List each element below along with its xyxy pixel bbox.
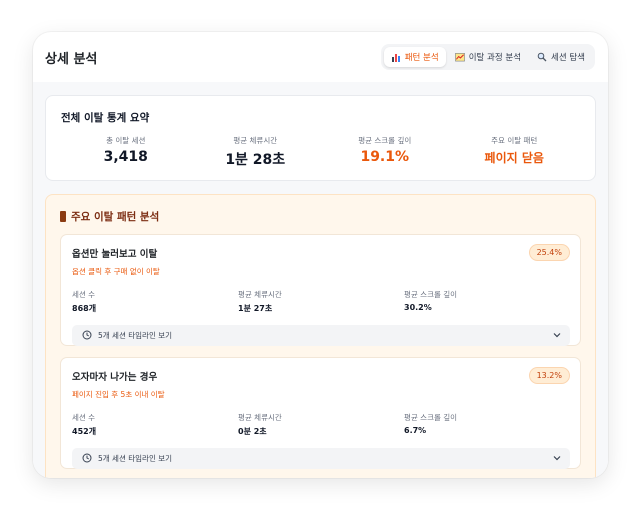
tab-label: 패턴 분석 bbox=[404, 53, 439, 63]
summary-stats: 총 이탈 세션 3,418 평균 체류시간 1분 28초 평균 스크롤 깊이 1… bbox=[61, 135, 579, 169]
header: 상세 분석 패턴 분석 이탈 과정 분석 세션 탐색 bbox=[33, 32, 608, 82]
bar-chart-icon bbox=[391, 52, 401, 62]
summary-card: 전체 이탈 통계 요약 총 이탈 세션 3,418 평균 체류시간 1분 28초… bbox=[45, 95, 596, 181]
line-chart-icon bbox=[454, 52, 465, 62]
timeline-toggle-button[interactable]: 5개 세션 타임라인 보기 bbox=[72, 325, 570, 346]
chevron-down-icon bbox=[553, 454, 561, 463]
pattern-stat-dwell: 평균 체류시간 1분 27초 bbox=[238, 289, 404, 314]
book-icon bbox=[60, 211, 66, 222]
clock-icon bbox=[82, 330, 92, 342]
timeline-label: 5개 세션 타임라인 보기 bbox=[98, 331, 173, 340]
pattern-stat-label: 평균 체류시간 bbox=[238, 290, 282, 299]
pattern-stat-value: 868개 bbox=[72, 304, 97, 313]
pattern-stat-value: 6.7% bbox=[404, 426, 427, 435]
search-icon bbox=[537, 52, 547, 62]
pattern-subtitle: 옵션 클릭 후 구매 없이 이탈 bbox=[72, 267, 160, 276]
pattern-stat-value: 0분 2초 bbox=[238, 427, 267, 436]
tab-label: 이탈 과정 분석 bbox=[468, 53, 522, 63]
timeline-toggle-left: 5개 세션 타임라인 보기 bbox=[82, 453, 172, 465]
pattern-card: 옵션만 눌러보고 이탈 25.4% 옵션 클릭 후 구매 없이 이탈 세션 수 … bbox=[60, 234, 581, 346]
stat-main-exit-pattern: 주요 이탈 패턴 페이지 닫음 bbox=[450, 135, 580, 169]
pattern-stat-scroll: 평균 스크롤 깊이 30.2% bbox=[404, 289, 570, 314]
pattern-stat-sessions: 세션 수 868개 bbox=[72, 289, 238, 314]
tab-session-explore[interactable]: 세션 탐색 bbox=[530, 47, 592, 67]
view-tabs: 패턴 분석 이탈 과정 분석 세션 탐색 bbox=[380, 44, 595, 70]
pattern-stat-scroll: 평균 스크롤 깊이 6.7% bbox=[404, 412, 570, 437]
pattern-subtitle: 페이지 진입 후 5초 이내 이탈 bbox=[72, 390, 165, 399]
stat-label: 평균 체류시간 bbox=[233, 136, 278, 145]
stat-label: 평균 스크롤 깊이 bbox=[358, 136, 412, 145]
stat-value: 19.1% bbox=[360, 149, 410, 165]
percent-badge: 13.2% bbox=[528, 367, 570, 384]
clock-icon bbox=[82, 453, 92, 465]
patterns-section-title: 주요 이탈 패턴 분석 bbox=[60, 209, 581, 224]
timeline-label: 5개 세션 타임라인 보기 bbox=[98, 454, 173, 463]
app-window: 상세 분석 패턴 분석 이탈 과정 분석 세션 탐색 전체 이탈 통계 요약 총… bbox=[33, 32, 608, 478]
stat-value: 페이지 닫음 bbox=[484, 151, 544, 165]
exit-patterns-section: 주요 이탈 패턴 분석 옵션만 눌러보고 이탈 25.4% 옵션 클릭 후 구매… bbox=[45, 194, 596, 478]
pattern-stat-value: 452개 bbox=[72, 427, 97, 436]
pattern-stat-value: 1분 27초 bbox=[238, 304, 273, 313]
pattern-header: 오자마자 나가는 경우 13.2% bbox=[72, 367, 570, 384]
timeline-toggle-left: 5개 세션 타임라인 보기 bbox=[82, 330, 172, 342]
pattern-stats: 세션 수 868개 평균 체류시간 1분 27초 평균 스크롤 깊이 30.2% bbox=[72, 289, 570, 314]
timeline-toggle-button[interactable]: 5개 세션 타임라인 보기 bbox=[72, 448, 570, 469]
pattern-card: 오자마자 나가는 경우 13.2% 페이지 진입 후 5초 이내 이탈 세션 수… bbox=[60, 357, 581, 469]
pattern-stat-sessions: 세션 수 452개 bbox=[72, 412, 238, 437]
stat-label: 주요 이탈 패턴 bbox=[491, 136, 538, 145]
page-title: 상세 분석 bbox=[45, 51, 98, 67]
pattern-stat-label: 평균 스크롤 깊이 bbox=[404, 290, 458, 299]
pattern-stat-label: 평균 스크롤 깊이 bbox=[404, 413, 458, 422]
stat-value: 3,418 bbox=[103, 149, 148, 165]
stat-value: 1분 28초 bbox=[225, 152, 286, 168]
pattern-stat-dwell: 평균 체류시간 0분 2초 bbox=[238, 412, 404, 437]
main-content: 전체 이탈 통계 요약 총 이탈 세션 3,418 평균 체류시간 1분 28초… bbox=[33, 82, 608, 478]
pattern-stat-label: 평균 체류시간 bbox=[238, 413, 282, 422]
pattern-header: 옵션만 눌러보고 이탈 25.4% bbox=[72, 244, 570, 261]
pattern-stat-label: 세션 수 bbox=[72, 290, 96, 299]
pattern-stat-label: 세션 수 bbox=[72, 413, 96, 422]
stat-avg-dwell-time: 평균 체류시간 1분 28초 bbox=[191, 135, 321, 169]
stat-label: 총 이탈 세션 bbox=[106, 136, 146, 145]
stat-avg-scroll-depth: 평균 스크롤 깊이 19.1% bbox=[320, 135, 450, 169]
tab-pattern-analysis[interactable]: 패턴 분석 bbox=[383, 47, 446, 67]
pattern-title: 옵션만 눌러보고 이탈 bbox=[72, 248, 158, 260]
tab-label: 세션 탐색 bbox=[551, 53, 585, 63]
percent-badge: 25.4% bbox=[528, 244, 570, 261]
summary-title: 전체 이탈 통계 요약 bbox=[61, 112, 150, 124]
stat-total-exit-sessions: 총 이탈 세션 3,418 bbox=[61, 135, 191, 169]
pattern-stats: 세션 수 452개 평균 체류시간 0분 2초 평균 스크롤 깊이 6.7% bbox=[72, 412, 570, 437]
tab-exit-process-analysis[interactable]: 이탈 과정 분석 bbox=[448, 47, 528, 67]
chevron-down-icon bbox=[553, 331, 561, 340]
pattern-stat-value: 30.2% bbox=[404, 303, 432, 312]
pattern-title: 오자마자 나가는 경우 bbox=[72, 371, 158, 383]
patterns-title-label: 주요 이탈 패턴 분석 bbox=[71, 211, 160, 223]
